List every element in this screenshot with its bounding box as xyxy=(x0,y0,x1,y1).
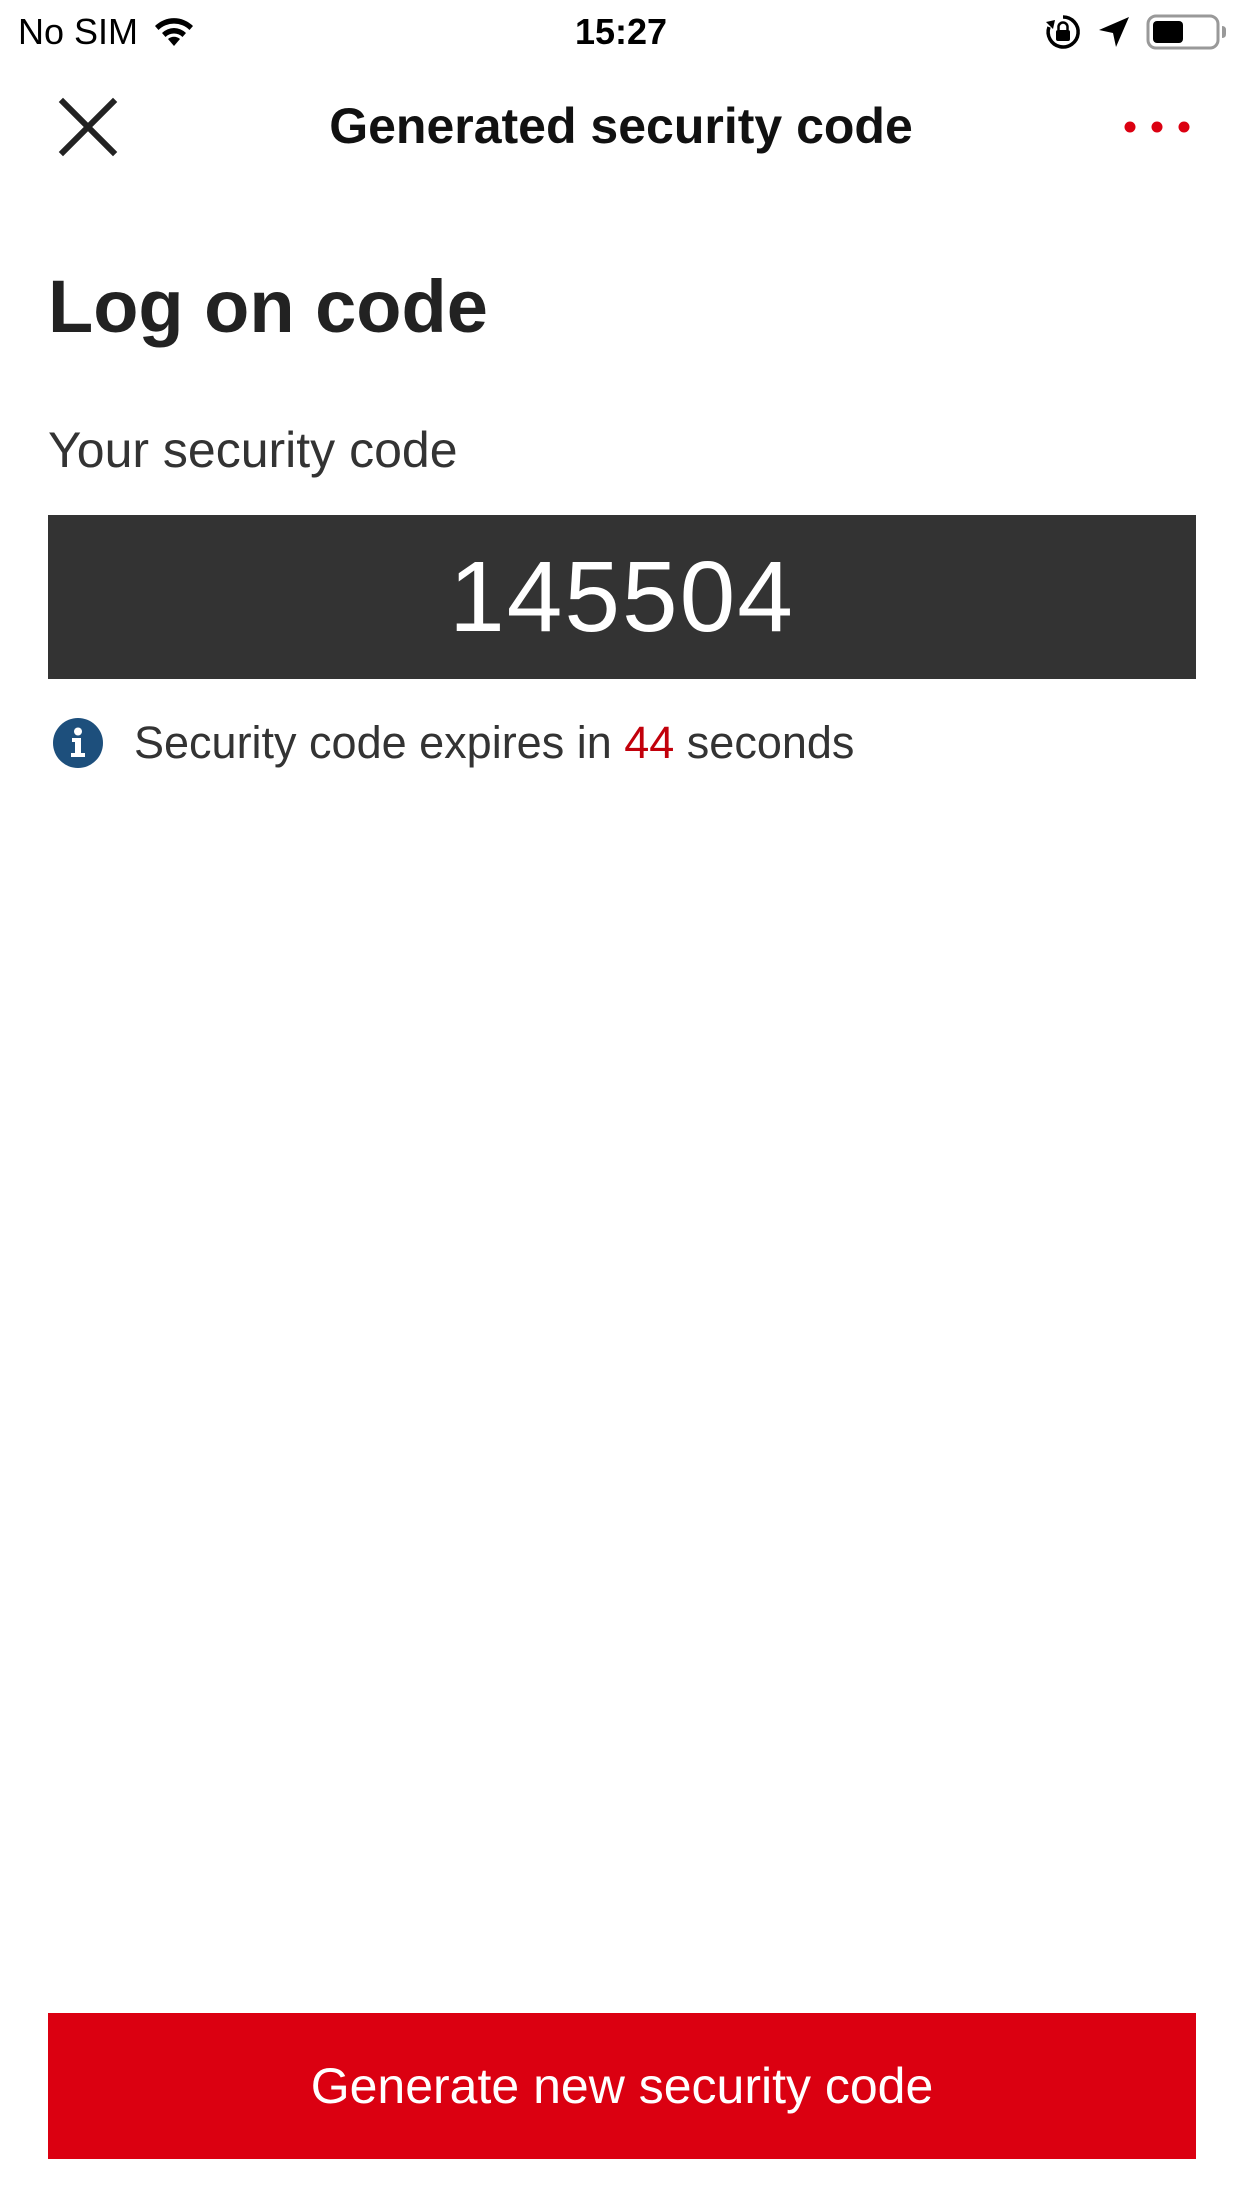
expiry-suffix: seconds xyxy=(674,717,855,768)
orientation-lock-icon xyxy=(1046,15,1080,49)
location-arrow-icon xyxy=(1099,17,1129,47)
nav-bar: Generated security code xyxy=(0,62,1242,190)
generate-new-code-button[interactable]: Generate new security code xyxy=(48,2013,1196,2159)
expiry-notice: Security code expires in 44 seconds xyxy=(52,710,854,776)
log-on-code-heading: Log on code xyxy=(48,265,488,348)
more-dots-icon xyxy=(1124,121,1190,133)
security-code-value: 145504 xyxy=(449,541,795,653)
info-icon xyxy=(53,718,103,768)
status-indicators xyxy=(1044,10,1228,54)
expiry-text: Security code expires in 44 seconds xyxy=(134,713,854,773)
expiry-countdown: 44 xyxy=(624,717,675,768)
status-bar: No SIM 15:27 xyxy=(0,0,1242,62)
security-code-box: 145504 xyxy=(48,515,1196,679)
battery-icon xyxy=(1146,14,1226,50)
close-button[interactable] xyxy=(48,92,128,162)
expiry-prefix: Security code expires in xyxy=(134,717,625,768)
close-icon xyxy=(58,97,118,157)
page-title: Generated security code xyxy=(329,98,913,154)
security-code-label: Your security code xyxy=(48,422,458,478)
more-options-button[interactable] xyxy=(1112,92,1202,162)
